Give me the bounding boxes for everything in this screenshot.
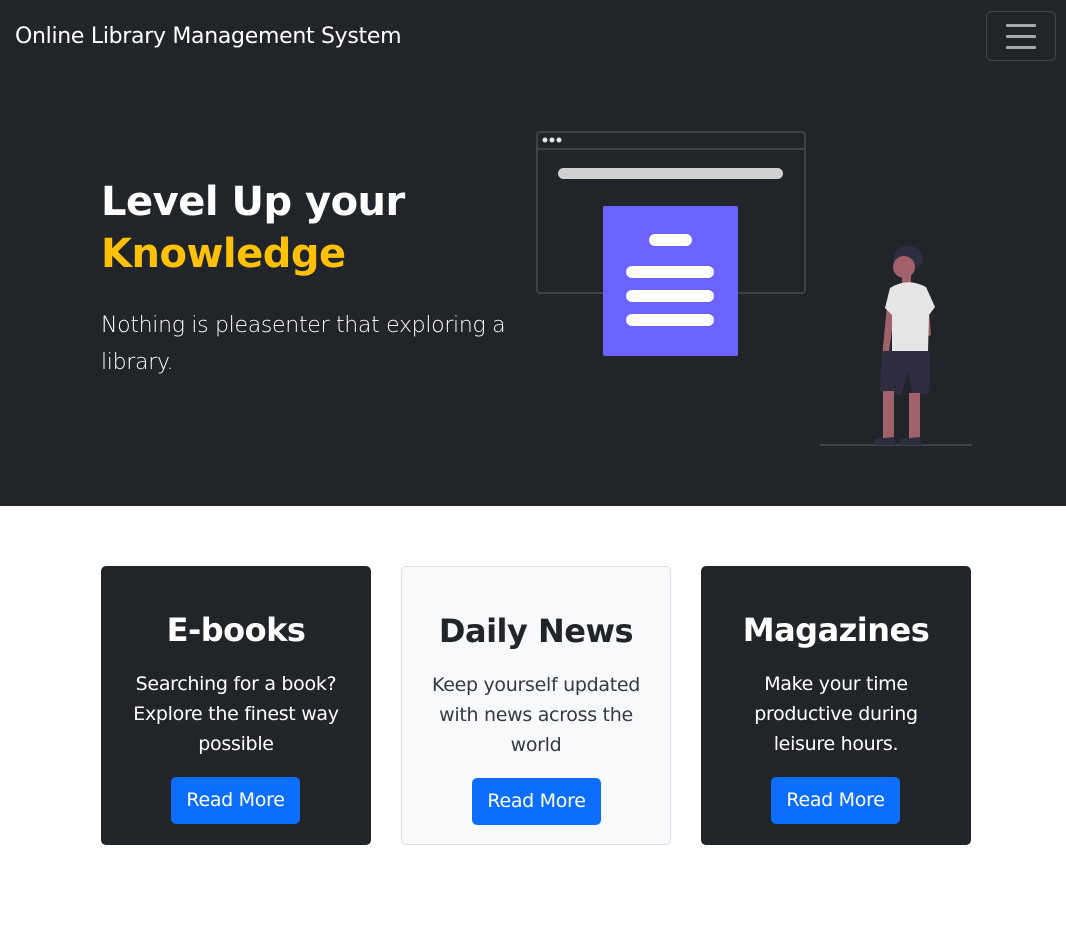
- hamburger-icon: [1006, 34, 1036, 38]
- hamburger-icon: [1006, 45, 1036, 49]
- document-icon: [603, 206, 738, 356]
- card-text: Make your time productive during leisure…: [754, 673, 918, 755]
- read-more-button[interactable]: Read More: [472, 778, 601, 825]
- reading-illustration: [536, 131, 972, 446]
- document-line: [626, 314, 714, 326]
- card-magazines: Magazines Make your time productive duri…: [701, 566, 971, 845]
- card-text: Searching for a book? Explore the finest…: [133, 673, 339, 755]
- document-line: [649, 234, 692, 246]
- document-line: [626, 290, 714, 302]
- navbar-toggler-button[interactable]: [986, 11, 1056, 61]
- card-title: Daily News: [438, 612, 634, 650]
- hero-subtitle: Nothing is pleasenter that exploring a l…: [101, 313, 506, 375]
- person-figure: [874, 246, 935, 445]
- card-title: Magazines: [742, 611, 930, 649]
- card-ebooks: E-books Searching for a book? Explore th…: [101, 566, 371, 845]
- window-dot-icon: [556, 137, 562, 143]
- window-dot-icon: [549, 137, 555, 143]
- hero-title-accent: Knowledge: [101, 231, 346, 277]
- window-dot-icon: [542, 137, 548, 143]
- card-daily-news: Daily News Keep yourself updated with ne…: [401, 566, 671, 845]
- hamburger-icon: [1006, 23, 1036, 27]
- hero-title-line: Level Up your: [101, 179, 405, 225]
- document-line: [626, 266, 714, 278]
- hero-title: Level Up your Knowledge: [101, 176, 405, 280]
- card-title: E-books: [166, 611, 306, 649]
- card-text: Keep yourself updated with news across t…: [431, 674, 641, 756]
- brand-link[interactable]: Online Library Management System: [15, 22, 402, 52]
- address-bar: [558, 168, 783, 179]
- read-more-button[interactable]: Read More: [171, 777, 300, 824]
- navbar: Online Library Management System: [0, 0, 1066, 78]
- read-more-button[interactable]: Read More: [771, 777, 900, 824]
